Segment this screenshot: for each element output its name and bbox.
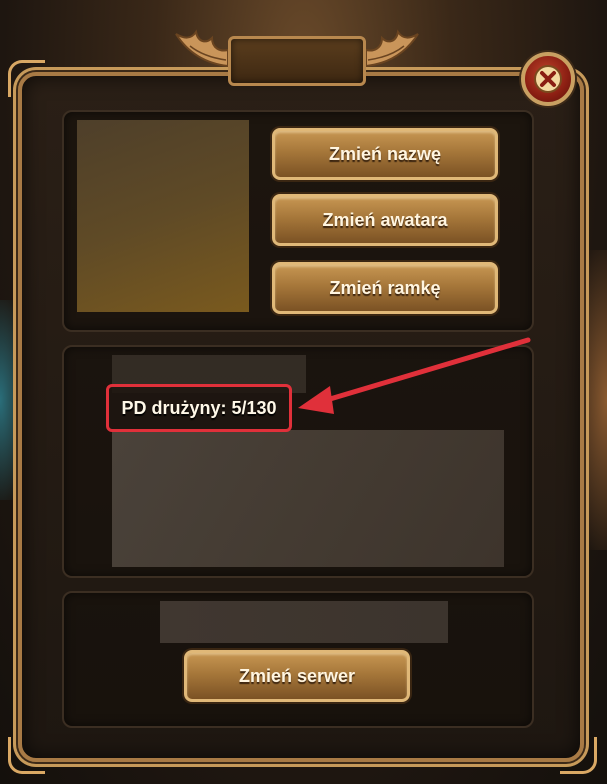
- team-pd-label: PD drużyny: 5/130: [121, 397, 277, 418]
- change-server-button[interactable]: Zmień serwer: [184, 650, 410, 702]
- annotation-arrow-icon: [298, 337, 531, 414]
- dialog-title-plate: [228, 36, 366, 86]
- panel-corner-ornament: [8, 737, 45, 774]
- close-icon: [534, 65, 562, 93]
- panel-corner-ornament: [8, 60, 45, 97]
- avatar[interactable]: [77, 120, 249, 312]
- change-avatar-button[interactable]: Zmień awatara: [272, 194, 498, 246]
- change-name-button[interactable]: Zmień nazwę: [272, 128, 498, 180]
- wing-right-icon: [365, 29, 419, 68]
- close-button[interactable]: [521, 52, 575, 106]
- wing-left-icon: [175, 29, 229, 68]
- change-frame-button[interactable]: Zmień ramkę: [272, 262, 498, 314]
- panel-corner-ornament: [560, 737, 597, 774]
- server-name-redacted: [160, 601, 448, 643]
- team-details-redacted: [112, 430, 504, 567]
- team-pd-highlight: PD drużyny: 5/130: [106, 384, 292, 432]
